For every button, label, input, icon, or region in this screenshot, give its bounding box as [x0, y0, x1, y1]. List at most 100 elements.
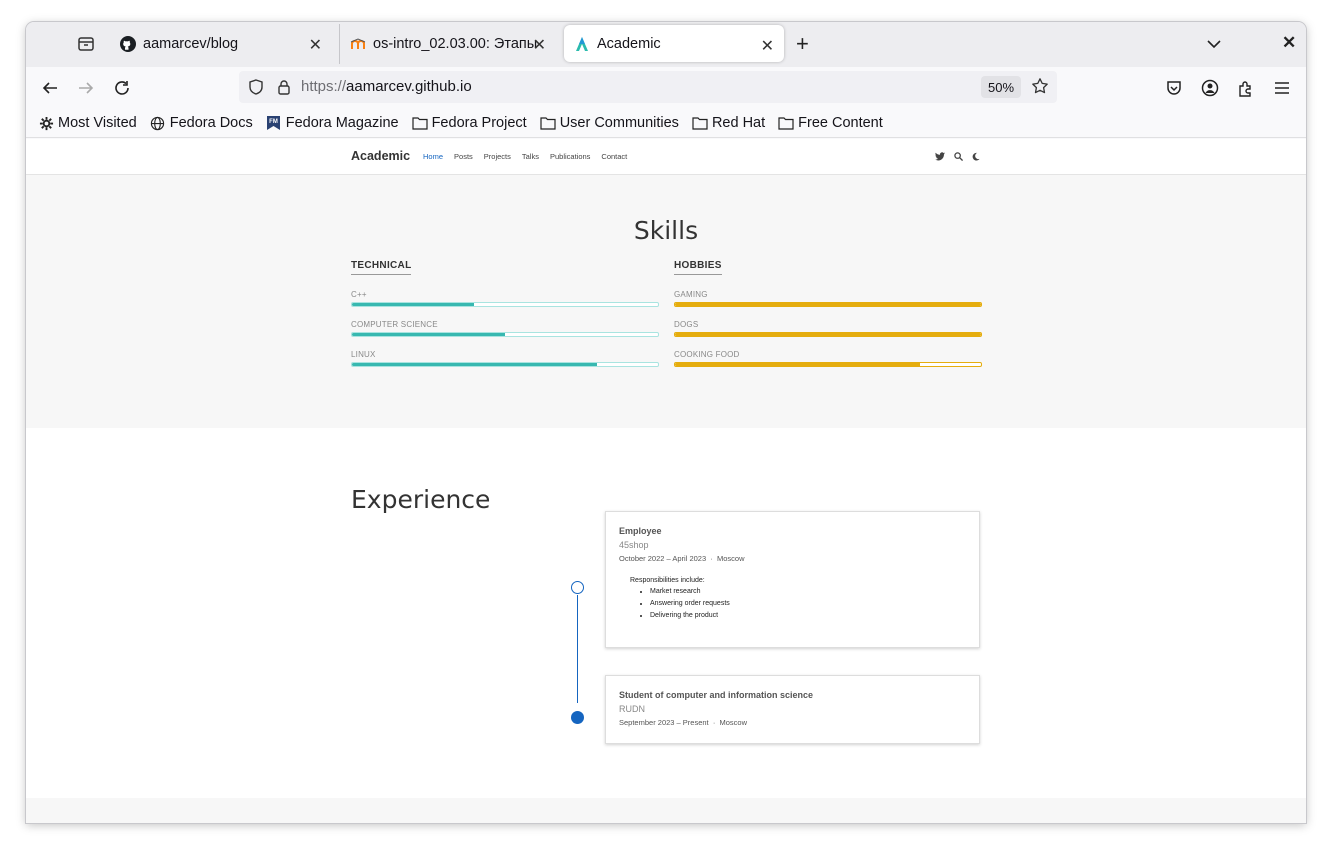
- bookmark-label: Fedora Docs: [169, 115, 253, 131]
- experience-card: Student of computer and information scie…: [605, 675, 980, 744]
- skill-label: DOGS: [674, 320, 699, 329]
- shield-icon[interactable]: [247, 78, 265, 101]
- bookmark-fedora-magazine[interactable]: FM Fedora Magazine: [266, 115, 399, 131]
- navigation-toolbar: https://aamarcev.github.io 50%: [26, 67, 1306, 109]
- menu-posts[interactable]: Posts: [454, 152, 473, 161]
- next-section-strip: [26, 798, 1306, 823]
- new-tab-icon[interactable]: +: [796, 33, 809, 55]
- list-item: Market research: [650, 588, 966, 595]
- bookmark-free-content[interactable]: Free Content: [778, 115, 883, 131]
- menu-talks[interactable]: Talks: [522, 152, 539, 161]
- tab-title: aamarcev/blog: [143, 36, 239, 52]
- experience-location: Moscow: [719, 718, 748, 727]
- menu-contact[interactable]: Contact: [601, 152, 627, 161]
- responsibilities-intro: Responsibilities include:: [630, 577, 705, 584]
- svg-text:FM: FM: [269, 119, 278, 125]
- moon-icon[interactable]: [972, 152, 980, 161]
- back-arrow-icon[interactable]: [40, 78, 60, 98]
- skill-bar: [351, 362, 659, 367]
- experience-role: Student of computer and information scie…: [619, 690, 814, 700]
- skill-label: COMPUTER SCIENCE: [351, 320, 438, 329]
- url-scheme: https://: [301, 78, 347, 95]
- close-icon[interactable]: ✕: [309, 35, 322, 55]
- bookmark-fedora-docs[interactable]: Fedora Docs: [150, 115, 253, 131]
- close-icon[interactable]: ✕: [533, 35, 546, 55]
- experience-org: 45shop: [619, 540, 649, 550]
- skill-bar-fill: [352, 363, 597, 366]
- skill-bar-fill: [675, 303, 981, 306]
- skill-bar-fill: [675, 363, 920, 366]
- experience-org: RUDN: [619, 704, 645, 714]
- browser-window: aamarcev/blog ✕ os-intro_02.03.00: Этапы…: [26, 22, 1306, 823]
- page-viewport: Academic Home Posts Projects Talks Publi…: [26, 139, 1306, 823]
- timeline-dot: [571, 581, 584, 594]
- account-icon[interactable]: [1200, 78, 1220, 98]
- bookmark-star-icon[interactable]: [1031, 77, 1049, 100]
- tab-github-blog[interactable]: aamarcev/blog ✕: [110, 24, 332, 64]
- list-item: Delivering the product: [650, 612, 966, 619]
- address-bar[interactable]: https://aamarcev.github.io 50%: [239, 71, 1057, 103]
- search-icon[interactable]: [954, 152, 963, 161]
- skill-bar: [674, 332, 982, 337]
- twitter-icon[interactable]: [935, 152, 945, 161]
- skill-bar-fill: [352, 333, 505, 336]
- reload-icon[interactable]: [112, 78, 132, 98]
- zoom-indicator[interactable]: 50%: [981, 76, 1021, 98]
- menu-home[interactable]: Home: [423, 152, 443, 161]
- tab-strip: aamarcev/blog ✕ os-intro_02.03.00: Этапы…: [26, 22, 1306, 67]
- bookmark-label: Fedora Project: [431, 115, 527, 131]
- skill-bar-fill: [352, 303, 475, 306]
- tab-os-intro[interactable]: os-intro_02.03.00: Этапы ✕: [339, 24, 556, 64]
- skill-bar: [351, 302, 659, 307]
- tab-title: Academic: [597, 35, 661, 52]
- menu-projects[interactable]: Projects: [484, 152, 511, 161]
- bookmark-label: Fedora Magazine: [285, 115, 399, 131]
- site-brand[interactable]: Academic: [351, 149, 410, 163]
- bookmark-user-communities[interactable]: User Communities: [540, 115, 679, 131]
- menu-publications[interactable]: Publications: [550, 152, 590, 161]
- github-icon: [120, 36, 136, 52]
- window-close-icon[interactable]: ✕: [1282, 33, 1296, 53]
- bookmark-most-visited[interactable]: Most Visited: [38, 115, 137, 131]
- skill-label: GAMING: [674, 290, 708, 299]
- bookmark-fedora-project[interactable]: Fedora Project: [411, 115, 527, 131]
- experience-role: Employee: [619, 526, 662, 536]
- academic-logo-icon: [574, 36, 590, 52]
- tab-academic[interactable]: Academic ✕: [564, 25, 784, 62]
- experience-meta: September 2023 – Present · Moscow: [619, 718, 748, 727]
- site-nav-icons: [935, 152, 989, 161]
- skill-label: COOKING FOOD: [674, 350, 740, 359]
- pocket-icon[interactable]: [1164, 78, 1184, 98]
- url-host: aamarcev.github.io: [346, 78, 472, 95]
- forward-arrow-icon[interactable]: [76, 78, 96, 98]
- timeline-dot: [571, 711, 584, 724]
- tab-title: os-intro_02.03.00: Этапы: [373, 36, 538, 52]
- experience-card: Employee 45shop October 2022 – April 202…: [605, 511, 980, 648]
- bookmark-label: Most Visited: [58, 115, 137, 131]
- folder-icon: [411, 115, 428, 131]
- site-menu: Home Posts Projects Talks Publications C…: [423, 152, 638, 161]
- bookmark-label: User Communities: [559, 115, 679, 131]
- skill-bar: [674, 362, 982, 367]
- list-item: Answering order requests: [650, 600, 966, 607]
- fedora-magazine-icon: FM: [266, 115, 282, 131]
- experience-title: Experience: [351, 485, 491, 514]
- responsibilities-list: Market research Answering order requests…: [619, 588, 966, 619]
- folder-icon: [692, 115, 708, 131]
- bookmark-label: Red Hat: [711, 115, 766, 131]
- url-text: https://aamarcev.github.io: [301, 78, 472, 95]
- close-icon[interactable]: ✕: [761, 36, 774, 56]
- folder-icon: [540, 115, 556, 131]
- firefox-view-icon[interactable]: [76, 34, 96, 54]
- gear-icon: [38, 115, 54, 131]
- bookmark-label: Free Content: [798, 115, 883, 131]
- lock-icon[interactable]: [275, 78, 293, 101]
- bookmark-red-hat[interactable]: Red Hat: [692, 115, 765, 131]
- moodle-icon: [350, 36, 366, 52]
- skill-bar: [351, 332, 659, 337]
- skill-label: LINUX: [351, 350, 376, 359]
- hobbies-heading: HOBBIES: [674, 260, 722, 275]
- chevron-down-icon[interactable]: [1206, 36, 1222, 57]
- menu-hamburger-icon[interactable]: [1272, 78, 1292, 98]
- extensions-icon[interactable]: [1236, 78, 1256, 98]
